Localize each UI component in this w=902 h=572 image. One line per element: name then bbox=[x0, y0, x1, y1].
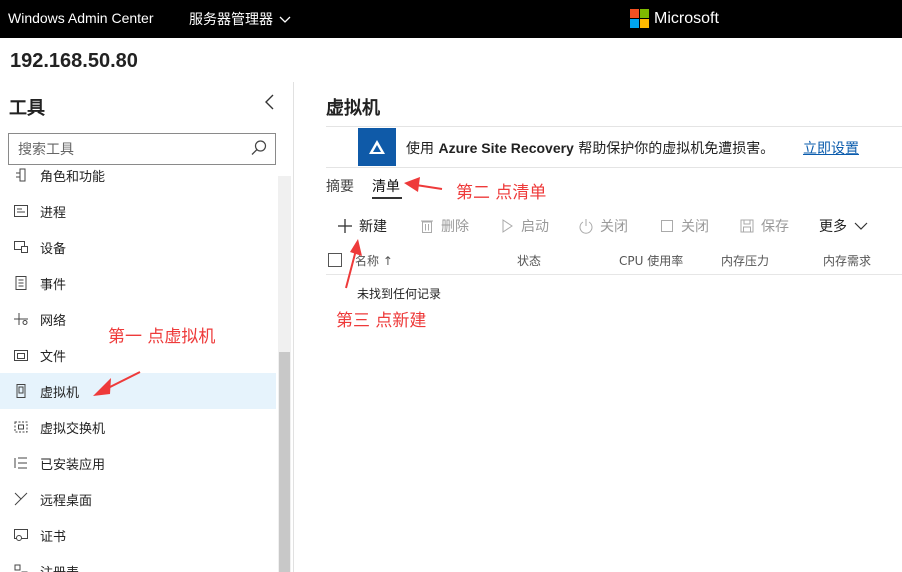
tool-list: 角色和功能 进程 设备 事件 网络 文件 虚拟机 虚拟交换机 已安装应用 远程桌… bbox=[0, 168, 276, 572]
active-tab-indicator bbox=[372, 197, 402, 199]
microsoft-brand: Microsoft bbox=[630, 9, 719, 28]
column-header-state[interactable]: 状态 bbox=[517, 252, 541, 269]
virtual-machine-icon bbox=[16, 384, 26, 398]
tool-item-remote-desktop[interactable]: 远程桌面 bbox=[0, 481, 276, 517]
tool-item-roles[interactable]: 角色和功能 bbox=[0, 168, 276, 193]
banner-message: 使用 Azure Site Recovery 帮助保护你的虚拟机免遭损害。 bbox=[406, 138, 774, 158]
banner-suffix: 帮助保护你的虚拟机免遭损害。 bbox=[573, 141, 775, 157]
tool-item-registry[interactable]: 注册表 bbox=[0, 553, 276, 572]
select-all-checkbox[interactable] bbox=[328, 253, 342, 267]
certificate-icon bbox=[14, 529, 28, 541]
device-icon bbox=[14, 241, 28, 253]
scrollbar-thumb[interactable] bbox=[279, 352, 290, 572]
chevron-down-icon bbox=[854, 222, 868, 230]
save-button-label: 保存 bbox=[761, 219, 789, 235]
azure-banner: 使用 Azure Site Recovery 帮助保护你的虚拟机免遭损害。 立即… bbox=[326, 126, 902, 168]
tool-label: 文件 bbox=[40, 349, 67, 365]
process-icon bbox=[14, 205, 28, 217]
tool-label: 角色和功能 bbox=[40, 169, 106, 185]
files-icon bbox=[14, 350, 28, 361]
tool-label: 网络 bbox=[40, 313, 67, 329]
search-icon[interactable] bbox=[250, 139, 268, 157]
column-header-cpu[interactable]: CPU 使用率 bbox=[619, 252, 683, 269]
banner-product: Azure Site Recovery bbox=[438, 140, 574, 156]
start-button[interactable]: 启动 bbox=[499, 216, 549, 236]
tool-search-input[interactable] bbox=[16, 138, 248, 162]
host-address: 192.168.50.80 bbox=[10, 50, 138, 72]
save-button[interactable]: 保存 bbox=[739, 216, 789, 236]
tool-label: 进程 bbox=[40, 205, 67, 221]
new-button-label: 新建 bbox=[359, 219, 387, 235]
tool-item-installed-apps[interactable]: 已安装应用 bbox=[0, 445, 276, 481]
tool-item-devices[interactable]: 设备 bbox=[0, 229, 276, 265]
annotation-step-2: 第二 点清单 bbox=[456, 183, 547, 203]
column-header-name[interactable]: 名称 ↑ bbox=[355, 252, 393, 269]
power-icon bbox=[579, 219, 593, 234]
tool-label: 远程桌面 bbox=[40, 493, 93, 509]
tool-label: 证书 bbox=[40, 529, 67, 545]
tool-label: 虚拟交换机 bbox=[40, 421, 106, 437]
stop-icon bbox=[661, 220, 673, 232]
more-button[interactable]: 更多 bbox=[819, 216, 869, 236]
events-icon bbox=[15, 276, 27, 290]
azure-logo-icon bbox=[358, 128, 396, 166]
installed-apps-icon bbox=[14, 457, 27, 469]
tool-label: 设备 bbox=[40, 241, 67, 257]
tool-item-events[interactable]: 事件 bbox=[0, 265, 276, 301]
empty-table-message: 未找到任何记录 bbox=[357, 287, 442, 301]
delete-button[interactable]: 删除 bbox=[419, 216, 469, 236]
app-title[interactable]: Windows Admin Center bbox=[8, 10, 154, 26]
page-title: 虚拟机 bbox=[326, 98, 380, 119]
save-icon bbox=[740, 219, 754, 233]
microsoft-logo-icon bbox=[630, 9, 649, 28]
tool-label: 事件 bbox=[40, 277, 67, 293]
delete-button-label: 删除 bbox=[441, 219, 469, 235]
arrow-to-inventory-tab bbox=[404, 177, 443, 192]
column-header-memory-pressure[interactable]: 内存压力 bbox=[721, 252, 769, 269]
banner-prefix: 使用 bbox=[406, 141, 439, 157]
annotation-step-3: 第三 点新建 bbox=[336, 311, 427, 331]
roles-icon bbox=[16, 168, 26, 182]
tool-label: 注册表 bbox=[40, 562, 79, 572]
tool-label: 已安装应用 bbox=[40, 457, 106, 473]
tool-list-scrollbar[interactable] bbox=[278, 176, 291, 572]
shutdown-button[interactable]: 关闭 bbox=[578, 216, 628, 236]
tool-search-box bbox=[8, 133, 276, 165]
annotation-step-1: 第一 点虚拟机 bbox=[108, 327, 216, 347]
more-button-label: 更多 bbox=[819, 219, 847, 235]
tools-title: 工具 bbox=[9, 98, 45, 119]
trash-icon bbox=[421, 220, 433, 233]
plus-icon bbox=[338, 219, 352, 233]
network-icon bbox=[14, 313, 28, 325]
column-header-memory-demand[interactable]: 内存需求 bbox=[823, 252, 871, 269]
setup-now-link[interactable]: 立即设置 bbox=[803, 138, 859, 158]
top-bar: Windows Admin Center 服务器管理器 Microsoft bbox=[0, 0, 902, 38]
remote-desktop-icon bbox=[14, 492, 28, 506]
chevron-down-icon bbox=[279, 16, 291, 23]
tab-inventory[interactable]: 清单 bbox=[372, 176, 400, 196]
start-button-label: 启动 bbox=[521, 219, 549, 235]
tab-summary[interactable]: 摘要 bbox=[326, 176, 354, 196]
tool-item-certificates[interactable]: 证书 bbox=[0, 517, 276, 553]
new-button[interactable]: 新建 bbox=[337, 216, 387, 236]
play-icon bbox=[502, 219, 513, 233]
server-manager-label: 服务器管理器 bbox=[189, 12, 273, 28]
stop-button-label: 关闭 bbox=[681, 219, 709, 235]
shutdown-button-label: 关闭 bbox=[600, 219, 628, 235]
collapse-pane-icon[interactable] bbox=[263, 92, 277, 112]
tool-item-virtual-switches[interactable]: 虚拟交换机 bbox=[0, 409, 276, 445]
tool-label: 虚拟机 bbox=[40, 385, 80, 401]
brand-name: Microsoft bbox=[654, 9, 719, 27]
table-header-divider bbox=[326, 274, 902, 275]
registry-icon bbox=[14, 564, 28, 572]
stop-button[interactable]: 关闭 bbox=[659, 216, 709, 236]
tool-item-virtual-machines[interactable]: 虚拟机 bbox=[0, 373, 276, 409]
server-manager-menu[interactable]: 服务器管理器 bbox=[189, 9, 291, 29]
tool-item-process[interactable]: 进程 bbox=[0, 193, 276, 229]
virtual-switch-icon bbox=[14, 421, 28, 433]
